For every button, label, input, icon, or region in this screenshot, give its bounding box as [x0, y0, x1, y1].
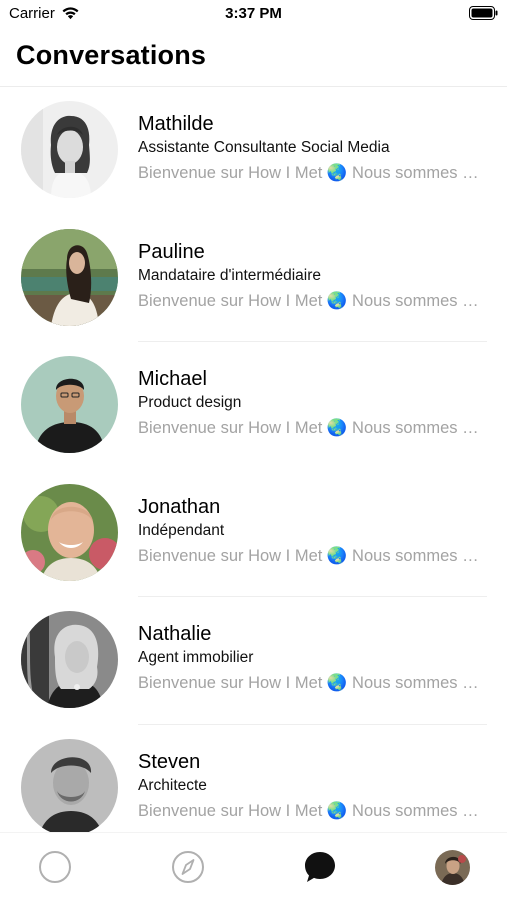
avatar	[21, 611, 118, 709]
message-preview: Bienvenue sur How I Met 🌏 Nous sommes ra…	[138, 291, 483, 310]
profile-avatar	[434, 849, 470, 885]
conversation-text: Mathilde Assistante Consultante Social M…	[138, 112, 483, 185]
contact-name: Michael	[138, 368, 207, 391]
avatar	[21, 228, 118, 326]
status-bar: Carrier 3:37 PM	[0, 0, 507, 28]
conversation-text: Pauline Mandataire d'intermédiaire Bienv…	[138, 240, 483, 313]
avatar	[21, 738, 118, 832]
tab-bar	[0, 832, 507, 900]
conversation-row-jonathan[interactable]: Jonathan Indépendant Bienvenue sur How I…	[0, 470, 507, 598]
conversation-row-steven[interactable]: Steven Architecte Bienvenue sur How I Me…	[0, 725, 507, 832]
contact-job-title: Indépendant	[138, 521, 225, 539]
contact-name: Pauline	[138, 240, 205, 263]
conversation-list[interactable]: Mathilde Assistante Consultante Social M…	[0, 87, 507, 832]
avatar	[21, 356, 118, 454]
page-title: Conversations	[16, 40, 207, 70]
chat-bubble-icon	[305, 852, 335, 882]
contact-name: Jonathan	[138, 495, 221, 518]
conversation-text: Jonathan Indépendant Bienvenue sur How I…	[138, 495, 483, 568]
message-preview: Bienvenue sur How I Met 🌏 Nous sommes ra…	[138, 164, 483, 182]
avatar	[21, 101, 118, 198]
tab-profile[interactable]	[434, 849, 470, 885]
conversation-row-nathalie[interactable]: Nathalie Agent immobilier Bienvenue sur …	[0, 597, 507, 725]
compass-icon	[172, 851, 204, 883]
conversation-text: Steven Architecte Bienvenue sur How I Me…	[138, 750, 483, 823]
contact-job-title: Assistante Consultante Social Media	[138, 139, 390, 156]
contact-name: Mathilde	[138, 113, 214, 135]
contact-job-title: Product design	[138, 394, 242, 412]
battery-icon	[469, 6, 498, 20]
conversation-row-mathilde[interactable]: Mathilde Assistante Consultante Social M…	[0, 87, 507, 215]
tab-explore[interactable]	[170, 849, 206, 885]
contact-name: Nathalie	[138, 623, 212, 646]
avatar	[21, 483, 118, 581]
circle-icon	[39, 851, 71, 883]
contact-job-title: Agent immobilier	[138, 649, 254, 667]
conversation-text: Nathalie Agent immobilier Bienvenue sur …	[138, 622, 483, 695]
status-time: 3:37 PM	[225, 5, 282, 22]
conversation-text: Michael Product design Bienvenue sur How…	[138, 367, 483, 440]
conversation-row-michael[interactable]: Michael Product design Bienvenue sur How…	[0, 342, 507, 470]
message-preview: Bienvenue sur How I Met 🌏 Nous sommes ra…	[138, 419, 483, 438]
tab-home[interactable]	[37, 849, 73, 885]
message-preview: Bienvenue sur How I Met 🌏 Nous sommes ra…	[138, 674, 483, 693]
tab-conversations[interactable]	[302, 849, 338, 885]
contact-job-title: Mandataire d'intermédiaire	[138, 266, 322, 284]
message-preview: Bienvenue sur How I Met 🌏 Nous sommes ra…	[138, 801, 483, 820]
conversation-row-pauline[interactable]: Pauline Mandataire d'intermédiaire Bienv…	[0, 215, 507, 343]
contact-name: Steven	[138, 750, 201, 773]
message-preview: Bienvenue sur How I Met 🌏 Nous sommes ra…	[138, 546, 483, 565]
contact-job-title: Architecte	[138, 776, 207, 794]
